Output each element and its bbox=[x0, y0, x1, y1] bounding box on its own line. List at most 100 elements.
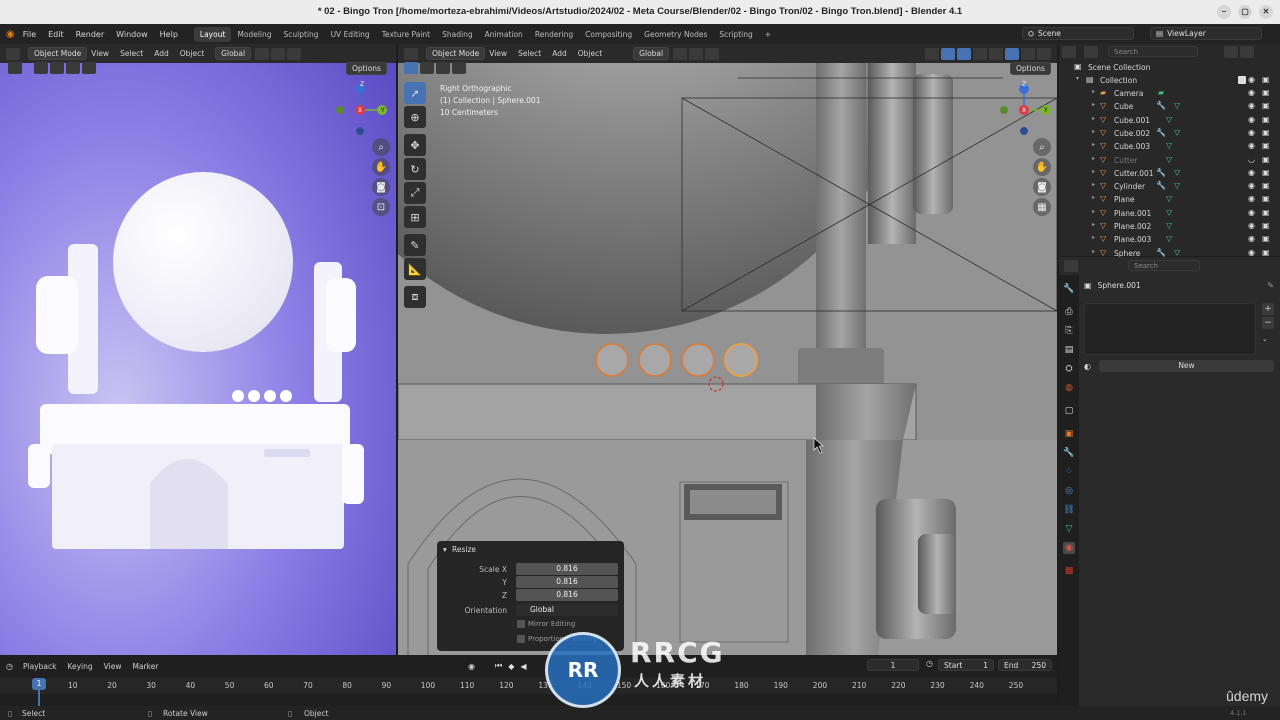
playhead[interactable]: 1 bbox=[32, 678, 46, 690]
outliner-item-plane-002[interactable]: ▸ ▽ Plane.002 ▽ ◉ ▣ bbox=[1062, 220, 1276, 233]
mirror-editing-checkbox[interactable] bbox=[517, 620, 525, 628]
lock-icon[interactable]: ⊡ bbox=[372, 198, 390, 216]
material-browse-icon[interactable]: ◐ bbox=[1084, 362, 1091, 371]
menu-help[interactable]: Help bbox=[160, 30, 178, 39]
timeline-editor-icon[interactable]: ◷ bbox=[6, 662, 13, 671]
render-camera-icon[interactable]: ▣ bbox=[1262, 115, 1270, 124]
outliner-expand-icon[interactable]: ▸ bbox=[1092, 101, 1095, 108]
scale-z-field[interactable]: 0.816 bbox=[516, 589, 618, 601]
outliner-search-input[interactable]: Search bbox=[1108, 46, 1198, 57]
timeline-menu-marker[interactable]: Marker bbox=[132, 662, 158, 671]
mesh-data-icon[interactable]: ▽ bbox=[1174, 101, 1180, 110]
collection-expand-icon[interactable]: ▾ bbox=[1076, 75, 1079, 82]
menu-render[interactable]: Render bbox=[76, 30, 104, 39]
outliner-expand-icon[interactable]: ▸ bbox=[1092, 88, 1095, 95]
mesh-data-icon[interactable]: ▽ bbox=[1166, 115, 1172, 124]
outliner-item-camera[interactable]: ▸ ▰ Camera ▰ ◉ ▣ bbox=[1062, 87, 1276, 100]
move-tool-icon[interactable]: ✥ bbox=[404, 134, 426, 156]
world-properties-icon[interactable]: ◍ bbox=[1063, 382, 1075, 394]
constraints-properties-icon[interactable]: ⛓ bbox=[1063, 504, 1075, 516]
render-camera-icon[interactable]: ▣ bbox=[1262, 194, 1270, 203]
main-select-subtract-icon[interactable] bbox=[436, 62, 450, 74]
modifier-wrench-icon[interactable]: 🔧 bbox=[1156, 181, 1166, 190]
outliner-item-cutter-001[interactable]: ▸ ▽ Cutter.001 ▽ 🔧 ◉ ▣ bbox=[1062, 167, 1276, 180]
pan-hand-icon[interactable]: ✋ bbox=[372, 158, 390, 176]
new-material-button[interactable]: New bbox=[1098, 360, 1274, 372]
gizmo-toggle-icon[interactable] bbox=[941, 47, 955, 60]
modifier-wrench-icon[interactable]: 🔧 bbox=[1156, 248, 1166, 257]
outliner-expand-icon[interactable]: ▸ bbox=[1092, 155, 1095, 162]
render-camera-icon[interactable]: ▣ bbox=[1262, 155, 1270, 164]
timeline-menu-keying[interactable]: Keying bbox=[67, 662, 92, 671]
main-menu-object[interactable]: Object bbox=[578, 49, 602, 58]
particles-properties-icon[interactable]: ⁘ bbox=[1063, 466, 1075, 478]
start-frame-field[interactable]: Start 1 bbox=[938, 659, 994, 671]
wireframe-shading-icon[interactable] bbox=[989, 47, 1003, 60]
left-menu-object[interactable]: Object bbox=[180, 49, 204, 58]
outliner-editor-icon[interactable] bbox=[1062, 45, 1076, 58]
main-snap-icon[interactable] bbox=[689, 47, 704, 60]
render-camera-icon[interactable]: ▣ bbox=[1262, 234, 1270, 243]
main-menu-add[interactable]: Add bbox=[552, 49, 567, 58]
outliner-expand-icon[interactable]: ▸ bbox=[1092, 128, 1095, 135]
outliner-expand-icon[interactable]: ▸ bbox=[1092, 181, 1095, 188]
physics-properties-icon[interactable]: ◎ bbox=[1063, 485, 1075, 497]
main-mode-selector[interactable]: Object Mode bbox=[426, 47, 486, 60]
main-select-mode-icon[interactable] bbox=[404, 62, 418, 74]
render-camera-icon[interactable]: ▣ bbox=[1262, 208, 1270, 217]
panel-collapse-icon[interactable]: ▾ bbox=[443, 545, 447, 554]
eye-icon[interactable]: ◉ bbox=[1248, 234, 1255, 243]
tab-scripting[interactable]: Scripting bbox=[713, 27, 758, 42]
small-sphere-active[interactable] bbox=[724, 343, 758, 377]
menu-file[interactable]: File bbox=[23, 30, 36, 39]
material-shading-icon[interactable] bbox=[1021, 47, 1035, 60]
end-frame-field[interactable]: End 250 bbox=[998, 659, 1052, 671]
output-properties-icon[interactable]: ⎘ bbox=[1063, 325, 1075, 337]
left-menu-view[interactable]: View bbox=[91, 49, 109, 58]
left-menu-select[interactable]: Select bbox=[120, 49, 143, 58]
main-editor-type-icon[interactable] bbox=[404, 47, 418, 60]
menu-window[interactable]: Window bbox=[116, 30, 148, 39]
add-workspace-button[interactable]: + bbox=[759, 27, 777, 42]
xray-icon[interactable] bbox=[973, 47, 987, 60]
mesh-data-icon[interactable]: ▽ bbox=[1166, 221, 1172, 230]
close-button[interactable]: ✕ bbox=[1259, 5, 1273, 19]
mesh-data-icon[interactable]: ▽ bbox=[1174, 128, 1180, 137]
eye-icon[interactable]: ◉ bbox=[1248, 128, 1255, 137]
mesh-data-icon[interactable]: ▽ bbox=[1174, 248, 1180, 257]
outliner-item-plane-003[interactable]: ▸ ▽ Plane.003 ▽ ◉ ▣ bbox=[1062, 233, 1276, 246]
visibility-icon[interactable] bbox=[925, 47, 939, 60]
tool-properties-icon[interactable]: 🔧 bbox=[1063, 283, 1075, 295]
play-reverse-icon[interactable]: ◀ bbox=[520, 662, 526, 671]
render-properties-icon[interactable]: ⎙ bbox=[1063, 306, 1075, 318]
select-extend-icon[interactable] bbox=[50, 62, 64, 74]
outliner-item-cube-002[interactable]: ▸ ▽ Cube.002 ▽ 🔧 ◉ ▣ bbox=[1062, 127, 1276, 140]
select-mode-icon[interactable] bbox=[8, 62, 22, 74]
proportional-icon[interactable] bbox=[287, 47, 302, 60]
proportional-editing-checkbox[interactable] bbox=[517, 635, 525, 643]
tab-compositing[interactable]: Compositing bbox=[579, 27, 638, 42]
mesh-data-icon[interactable]: ▽ bbox=[1174, 168, 1180, 177]
eye-icon[interactable]: ◉ bbox=[1248, 194, 1255, 203]
main-menu-select[interactable]: Select bbox=[518, 49, 541, 58]
minimize-button[interactable]: – bbox=[1217, 5, 1231, 19]
view-layer-properties-icon[interactable]: ▤ bbox=[1063, 344, 1075, 356]
mesh-data-icon[interactable]: ▽ bbox=[1166, 141, 1172, 150]
measure-tool-icon[interactable]: 📐 bbox=[404, 258, 426, 280]
select-new-icon[interactable] bbox=[34, 62, 48, 74]
mesh-data-icon[interactable]: ▽ bbox=[1166, 234, 1172, 243]
timeline-menu-view[interactable]: View bbox=[104, 662, 122, 671]
orientation-dropdown[interactable]: Global bbox=[516, 604, 618, 616]
slot-specials-icon[interactable]: ⌄ bbox=[1262, 335, 1268, 343]
main-menu-view[interactable]: View bbox=[489, 49, 507, 58]
annotate-tool-icon[interactable]: ✎ bbox=[404, 234, 426, 256]
outliner-item-cylinder[interactable]: ▸ ▽ Cylinder ▽ 🔧 ◉ ▣ bbox=[1062, 180, 1276, 193]
outliner-expand-icon[interactable]: ▸ bbox=[1092, 221, 1095, 228]
select-intersect-icon[interactable] bbox=[82, 62, 96, 74]
small-sphere-1[interactable] bbox=[595, 343, 629, 377]
properties-search-input[interactable]: Search bbox=[1128, 260, 1200, 271]
rotate-tool-icon[interactable]: ↻ bbox=[404, 158, 426, 180]
main-camera-view-icon[interactable]: ◙ bbox=[1033, 178, 1051, 196]
main-pivot-icon[interactable] bbox=[673, 47, 688, 60]
mesh-data-icon[interactable]: ▽ bbox=[1174, 181, 1180, 190]
